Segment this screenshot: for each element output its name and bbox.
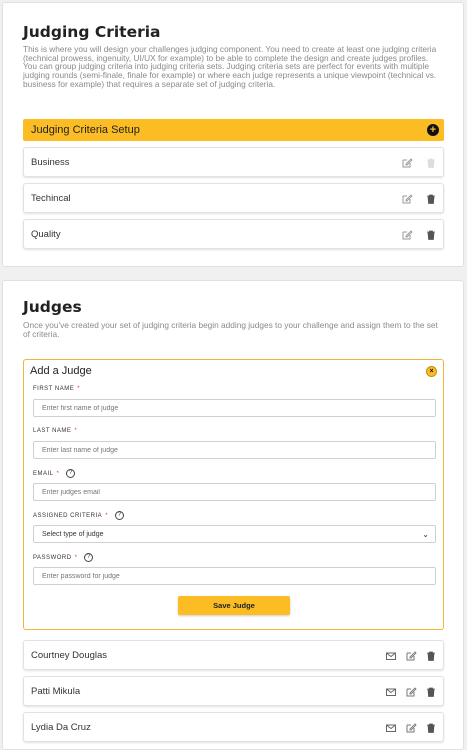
criteria-item-technical: Techincal: [23, 183, 444, 213]
criteria-item-label: Quality: [31, 229, 61, 240]
criteria-item-quality: Quality: [23, 219, 444, 249]
required-marker: *: [74, 428, 78, 434]
last-name-input[interactable]: [33, 441, 436, 459]
judges-description: Once you've created your set of judging …: [23, 320, 438, 339]
judge-name: Courtney Douglas: [31, 650, 108, 661]
edit-icon[interactable]: [405, 722, 417, 734]
trash-icon[interactable]: [425, 157, 437, 169]
judging-criteria-description: This is where you will design your chall…: [23, 44, 437, 89]
assigned-criteria-value: Select type of judge: [42, 531, 104, 538]
password-label: PASSWORD * ?: [33, 553, 94, 562]
mail-icon[interactable]: [385, 650, 397, 662]
mail-icon[interactable]: [385, 722, 397, 734]
required-marker: *: [74, 554, 78, 561]
plus-circle-icon[interactable]: +: [427, 124, 439, 136]
judge-row: Courtney Douglas: [23, 640, 444, 670]
criteria-item-label: Business: [31, 157, 70, 168]
add-judge-form: Add a Judge × FIRST NAME * LAST NAME * E…: [23, 359, 444, 630]
judges-card: Judges Once you've created your set of j…: [2, 280, 464, 750]
assigned-criteria-select[interactable]: Select type of judge ⌄: [33, 525, 436, 543]
first-name-input[interactable]: [33, 399, 436, 417]
last-name-label: LAST NAME *: [33, 428, 78, 434]
required-marker: *: [105, 512, 109, 519]
judge-row: Lydia Da Cruz: [23, 712, 444, 742]
judge-name: Lydia Da Cruz: [31, 722, 91, 733]
judging-criteria-setup-bar[interactable]: Judging Criteria Setup +: [23, 119, 444, 141]
email-input[interactable]: [33, 483, 436, 501]
question-circle-icon[interactable]: ?: [66, 469, 76, 478]
edit-icon[interactable]: [401, 193, 413, 205]
assigned-criteria-label: ASSIGNED CRITERIA * ?: [33, 511, 125, 520]
edit-icon[interactable]: [401, 157, 413, 169]
close-circle-icon[interactable]: ×: [426, 366, 437, 377]
chevron-down-icon: ⌄: [422, 530, 429, 539]
trash-icon[interactable]: [425, 686, 437, 698]
judge-name: Patti Mikula: [31, 686, 81, 697]
setup-label: Judging Criteria Setup: [31, 124, 140, 136]
email-label: EMAIL * ?: [33, 469, 76, 478]
edit-icon[interactable]: [405, 686, 417, 698]
criteria-item-label: Techincal: [31, 193, 71, 204]
trash-icon[interactable]: [425, 722, 437, 734]
judging-criteria-title: Judging Criteria: [23, 23, 161, 41]
trash-icon[interactable]: [425, 229, 437, 241]
question-circle-icon[interactable]: ?: [84, 553, 94, 562]
required-marker: *: [77, 386, 81, 392]
judge-row: Patti Mikula: [23, 676, 444, 706]
criteria-item-business: Business: [23, 147, 444, 177]
mail-icon[interactable]: [385, 686, 397, 698]
required-marker: *: [56, 470, 60, 477]
edit-icon[interactable]: [405, 650, 417, 662]
judging-criteria-card: Judging Criteria This is where you will …: [2, 2, 464, 267]
trash-icon[interactable]: [425, 650, 437, 662]
trash-icon[interactable]: [425, 193, 437, 205]
question-circle-icon[interactable]: ?: [115, 511, 125, 520]
first-name-label: FIRST NAME *: [33, 386, 81, 392]
edit-icon[interactable]: [401, 229, 413, 241]
add-judge-title: Add a Judge: [30, 365, 92, 377]
judges-title: Judges: [23, 298, 82, 316]
save-judge-button[interactable]: Save Judge: [178, 596, 290, 615]
password-input[interactable]: [33, 567, 436, 585]
